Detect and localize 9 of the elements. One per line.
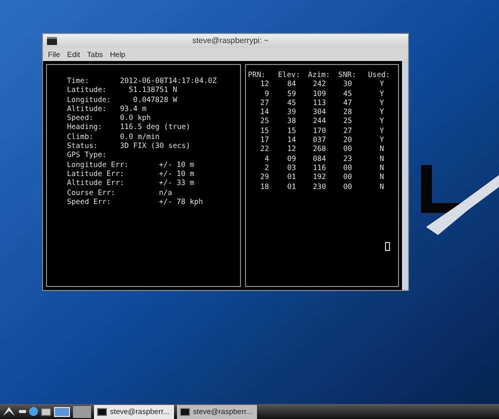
- terminal-icon: [47, 37, 57, 45]
- windows-icon[interactable]: [41, 408, 51, 416]
- desktop-pager[interactable]: [73, 406, 91, 418]
- desktop-icon[interactable]: [54, 406, 70, 416]
- cursor: [385, 242, 390, 251]
- terminal-icon: [97, 408, 107, 416]
- start-menu-icon[interactable]: [2, 406, 16, 417]
- window-title: steve@raspberrypi: ~: [192, 35, 269, 47]
- terminal-icon: [180, 408, 190, 416]
